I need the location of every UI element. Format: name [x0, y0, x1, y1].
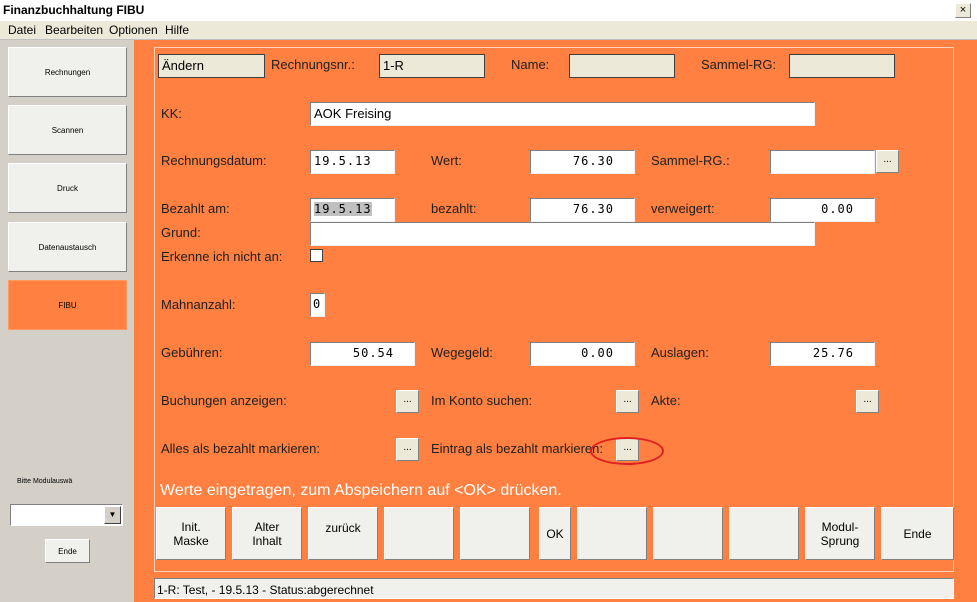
rechnungsnr-field: 1-R — [379, 54, 485, 78]
erkenne-checkbox[interactable] — [310, 249, 323, 262]
sammel-rg-label: Sammel-RG.: — [651, 153, 730, 168]
sidebar-item-datenaustausch[interactable]: Datenaustausch — [8, 222, 127, 272]
init-maske-button[interactable]: Init. Maske — [156, 507, 226, 560]
alles-bezahlt-button[interactable]: ... — [396, 438, 419, 461]
rechnungsdatum-field[interactable]: 19.5.13 — [310, 150, 395, 174]
rechnungsdatum-label: Rechnungsdatum: — [161, 153, 267, 168]
title-bar: Finanzbuchhaltung FIBU × — [0, 0, 977, 21]
eintrag-bezahlt-label: Eintrag als bezahlt markieren: — [431, 441, 603, 456]
module-hint: Bitte Modulauswä — [17, 478, 73, 485]
akte-label: Akte: — [651, 393, 681, 408]
ende-button[interactable]: Ende — [881, 507, 954, 560]
alles-bezahlt-label: Alles als bezahlt markieren: — [161, 441, 320, 456]
wert-label: Wert: — [431, 153, 462, 168]
buchungen-anzeigen-button[interactable]: ... — [396, 390, 419, 413]
alter-inhalt-button[interactable]: Alter Inhalt — [232, 507, 302, 560]
bezahlt-field[interactable]: 76.30 — [530, 198, 635, 222]
name-label: Name: — [511, 57, 550, 72]
empty-button-3[interactable] — [577, 507, 647, 560]
ok-button[interactable]: OK — [539, 507, 571, 560]
sidebar-item-fibu[interactable]: FIBU — [8, 280, 127, 330]
modul-sprung-button[interactable]: Modul- Sprung — [805, 507, 875, 560]
bezahlt-am-label: Bezahlt am: — [161, 201, 230, 216]
menu-bearbeiten[interactable]: Bearbeiten — [45, 23, 103, 37]
verweigert-field[interactable]: 0.00 — [770, 198, 875, 222]
grund-field[interactable] — [310, 222, 815, 246]
wert-field[interactable]: 76.30 — [530, 150, 635, 174]
wegegeld-field[interactable]: 0.00 — [530, 342, 635, 366]
empty-button-4[interactable] — [653, 507, 723, 560]
gebuehren-label: Gebühren: — [161, 345, 223, 360]
verweigert-label: verweigert: — [651, 201, 715, 216]
bezahlt-am-field[interactable]: 19.5.13 — [310, 198, 395, 222]
auslagen-field[interactable]: 25.76 — [770, 342, 875, 366]
menu-hilfe[interactable]: Hilfe — [165, 23, 189, 37]
erkenne-label: Erkenne ich nicht an: — [161, 249, 283, 264]
grund-label: Grund: — [161, 225, 201, 240]
akte-button[interactable]: ... — [856, 390, 879, 413]
sidebar-item-scannen[interactable]: Scannen — [8, 105, 127, 155]
empty-button-1[interactable] — [384, 507, 454, 560]
chevron-down-icon[interactable]: ▼ — [104, 506, 121, 524]
sammel-rg-browse-button[interactable]: ... — [876, 150, 899, 173]
zurueck-button[interactable]: zurück — [308, 507, 378, 560]
buchungen-label: Buchungen anzeigen: — [161, 393, 287, 408]
red-highlight-circle — [590, 437, 664, 465]
status-bar: 1-R: Test, - 19.5.13 - Status:abgerechne… — [154, 578, 954, 599]
sidebar-item-rechnungen[interactable]: Rechnungen — [8, 47, 127, 97]
sidebar: Rechnungen Scannen Druck Datenaustausch … — [0, 40, 134, 602]
gebuehren-field[interactable]: 50.54 — [310, 342, 415, 366]
wegegeld-label: Wegegeld: — [431, 345, 493, 360]
auslagen-label: Auslagen: — [651, 345, 709, 360]
konto-label: Im Konto suchen: — [431, 393, 533, 408]
empty-button-5[interactable] — [729, 507, 799, 560]
menu-optionen[interactable]: Optionen — [109, 23, 158, 37]
sidebar-ende-button[interactable]: Ende — [45, 539, 90, 563]
rechnungsnr-label: Rechnungsnr.: — [271, 57, 355, 72]
kk-label: KK: — [161, 106, 182, 121]
menu-bar: Datei Bearbeiten Optionen Hilfe — [0, 21, 977, 40]
mahnanzahl-field[interactable]: 0 — [310, 293, 325, 317]
name-field — [569, 54, 675, 78]
mahnanzahl-label: Mahnanzahl: — [161, 297, 236, 312]
bezahlt-am-value: 19.5.13 — [314, 202, 372, 216]
module-select[interactable]: ▼ — [10, 504, 123, 526]
close-button[interactable]: × — [955, 3, 971, 18]
bezahlt-label: bezahlt: — [431, 201, 477, 216]
sammel-rg-top-field — [789, 54, 895, 78]
kk-field[interactable]: AOK Freising — [310, 102, 815, 126]
status-message: Werte eingetragen, zum Abspeichern auf <… — [160, 482, 562, 499]
mode-field: Ändern — [158, 54, 265, 78]
sammel-rg-field[interactable] — [770, 150, 875, 174]
empty-button-2[interactable] — [460, 507, 530, 560]
sammel-rg-top-label: Sammel-RG: — [701, 57, 777, 72]
window-title: Finanzbuchhaltung FIBU — [3, 3, 145, 17]
konto-suchen-button[interactable]: ... — [616, 390, 639, 413]
sidebar-item-druck[interactable]: Druck — [8, 163, 127, 213]
menu-datei[interactable]: Datei — [8, 23, 36, 37]
